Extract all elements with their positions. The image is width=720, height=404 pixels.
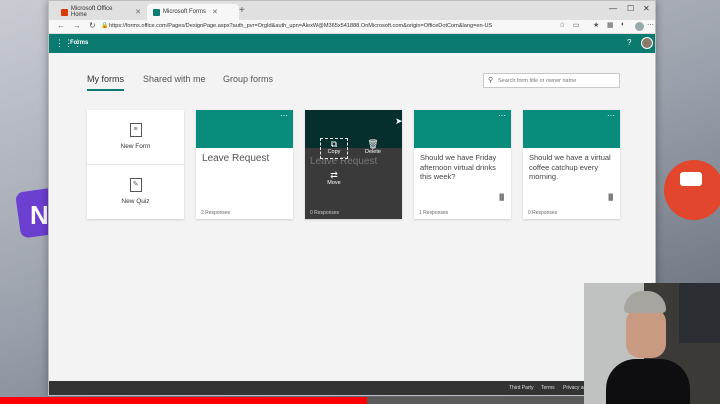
card-responses: 1 Responses: [419, 210, 449, 216]
card-title: Leave Request: [202, 153, 270, 164]
new-items-panel: ≡ New Form ✎ New Quiz: [87, 110, 184, 219]
tab-microsoft-forms[interactable]: Microsoft Forms ✕: [147, 4, 239, 20]
new-form-icon: ≡: [129, 123, 142, 137]
browser-profile-avatar[interactable]: [635, 22, 644, 31]
minimize-icon[interactable]: —: [609, 4, 617, 13]
webcam-background: [679, 283, 720, 343]
app-name[interactable]: Forms: [70, 40, 88, 46]
favorite-star-icon[interactable]: ☆: [559, 21, 565, 29]
maximize-icon[interactable]: ☐: [627, 4, 634, 13]
card-more-icon[interactable]: ⋯: [280, 111, 289, 120]
collections-icon[interactable]: ▦: [607, 21, 614, 29]
card-responses: 0 Responses: [528, 210, 558, 216]
delete-button[interactable]: 🗑 Delete: [361, 139, 385, 155]
url-field[interactable]: https://forms.office.com/Pages/DesignPag…: [109, 21, 579, 32]
form-card-coffee-catchup[interactable]: ⋯ Should we have a virtual coffee catchu…: [523, 110, 620, 219]
office-favicon-icon: [61, 8, 68, 16]
presenter-cap: [624, 291, 666, 313]
new-quiz-icon: ✎: [129, 178, 142, 192]
search-box[interactable]: ⚲ Search form title or owner name: [483, 73, 620, 88]
card-responses: 2 Responses: [201, 210, 231, 216]
tab-bar: Microsoft Office Home ✕ Microsoft Forms …: [49, 1, 655, 20]
copy-button[interactable]: ⧉ Copy: [322, 139, 346, 155]
close-tab-icon[interactable]: ✕: [212, 8, 218, 16]
search-icon: ⚲: [488, 77, 494, 84]
tab-label: Microsoft Office Home: [70, 6, 113, 18]
card-responses: 0 Responses: [310, 210, 340, 216]
webcam-overlay: [584, 283, 720, 404]
card-banner: [196, 110, 293, 148]
tab-my-forms[interactable]: My forms: [87, 74, 124, 84]
close-tab-icon[interactable]: ✕: [135, 8, 141, 16]
card-more-icon[interactable]: ⋯: [498, 111, 507, 120]
search-placeholder: Search form title or owner name: [498, 78, 577, 84]
third-party-link[interactable]: Third Party: [509, 385, 533, 391]
move-label: Move: [327, 180, 341, 186]
forms-content: My forms Shared with me Group forms ⚲ Se…: [49, 53, 655, 381]
form-card-leave-request[interactable]: ⋯ Leave Request 2 Responses: [196, 110, 293, 219]
onenote-letter-icon: N: [30, 200, 49, 230]
back-icon[interactable]: ←: [57, 21, 65, 30]
move-button[interactable]: ⇄ Move: [322, 170, 346, 186]
help-icon[interactable]: ?: [627, 38, 631, 47]
more-options-icon[interactable]: ⋯: [647, 21, 654, 29]
presenter-shirt: [606, 359, 690, 404]
refresh-icon[interactable]: ↻: [89, 21, 96, 30]
user-avatar[interactable]: [641, 37, 653, 49]
move-icon: ⇄: [330, 170, 338, 180]
mouse-cursor-icon: ➤: [395, 116, 403, 126]
new-quiz-label: New Quiz: [121, 198, 150, 205]
trash-icon: 🗑: [367, 139, 379, 149]
tab-label: Microsoft Forms: [163, 9, 207, 15]
browser-window: Microsoft Office Home ✕ Microsoft Forms …: [48, 0, 656, 396]
copy-icon: ⧉: [330, 139, 338, 149]
card-title: Should we have a virtual coffee catchup …: [529, 153, 611, 181]
card-more-icon[interactable]: ⋯: [607, 111, 616, 120]
tab-group-forms[interactable]: Group forms: [223, 74, 273, 84]
tab-shared-with-me[interactable]: Shared with me: [143, 74, 206, 84]
poll-chart-icon: ▐▌: [497, 195, 506, 201]
delete-label: Delete: [365, 149, 381, 155]
reading-view-icon[interactable]: ▭: [573, 21, 580, 29]
lock-icon: 🔒: [101, 23, 109, 29]
new-tab-icon[interactable]: +: [239, 5, 245, 16]
powerpoint-app-icon: [664, 160, 720, 220]
poll-chart-icon: ▐▌: [606, 195, 615, 201]
video-progress-played[interactable]: [0, 397, 367, 404]
forms-app-bar: ⋮⋮⋮ Forms ?: [49, 34, 655, 53]
presenter-face: [626, 308, 666, 358]
new-form-label: New Form: [120, 143, 151, 150]
close-window-icon[interactable]: ✕: [643, 4, 650, 13]
new-quiz-button[interactable]: ✎ New Quiz: [87, 165, 184, 219]
form-card-hovered[interactable]: Leave Request ⧉ Copy 🗑 Delete ⇄ Move ➤ 0…: [305, 110, 403, 219]
page-footer: Third Party Terms Privacy an...: [49, 381, 655, 395]
active-tab-underline: [87, 89, 124, 91]
profile-sync-icon[interactable]: ◐: [621, 21, 625, 28]
new-form-button[interactable]: ≡ New Form: [87, 110, 184, 164]
address-bar: ← → ↻ 🔒 https://forms.office.com/Pages/D…: [49, 20, 655, 34]
copy-label: Copy: [327, 149, 341, 155]
favorites-icon[interactable]: ★: [593, 21, 599, 29]
powerpoint-letter-icon: [680, 172, 702, 186]
terms-link[interactable]: Terms: [541, 385, 555, 391]
forms-favicon-icon: [153, 8, 160, 16]
card-title: Should we have Friday afternoon virtual …: [420, 153, 497, 181]
tab-office-home[interactable]: Microsoft Office Home ✕: [55, 4, 147, 20]
forward-icon[interactable]: →: [73, 21, 81, 30]
card-banner: [523, 110, 620, 148]
form-card-friday-drinks[interactable]: ⋯ Should we have Friday afternoon virtua…: [414, 110, 511, 219]
card-banner: [414, 110, 511, 148]
